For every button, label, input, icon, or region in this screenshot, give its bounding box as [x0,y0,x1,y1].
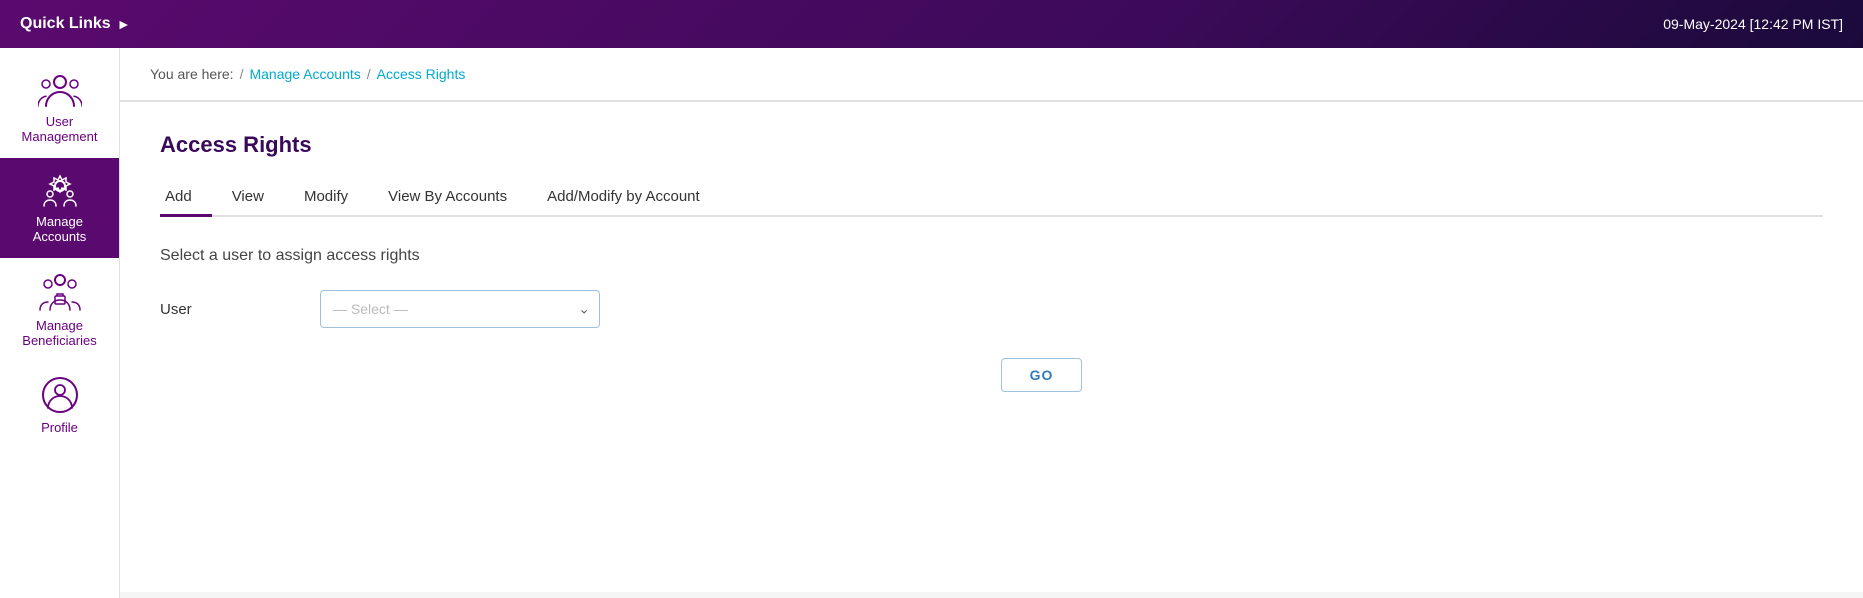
breadcrumb-link-manage-accounts[interactable]: Manage Accounts [249,66,360,82]
tab-modify[interactable]: Modify [284,178,368,215]
sidebar-profile-label: Profile [41,420,78,435]
datetime-display: 09-May-2024 [12:42 PM IST] [1663,16,1843,32]
user-form-row: User — Select — ⌄ [160,290,1823,328]
breadcrumb: You are here: / Manage Accounts / Access… [120,48,1863,102]
sidebar-item-manage-beneficiaries[interactable]: ManageBeneficiaries [0,258,119,362]
main-layout: UserManagement ManageAccounts [0,48,1863,598]
sidebar-item-manage-accounts[interactable]: ManageAccounts [0,158,119,258]
page-title: Access Rights [160,132,1823,158]
form-section: Select a user to assign access rights Us… [160,247,1823,392]
topbar: Quick Links ► 09-May-2024 [12:42 PM IST] [0,0,1863,48]
sidebar-manage-accounts-label: ManageAccounts [33,214,86,244]
tab-add[interactable]: Add [160,178,212,215]
breadcrumb-link-access-rights[interactable]: Access Rights [377,66,466,82]
tab-view-by-accounts[interactable]: View By Accounts [368,178,527,215]
tab-view[interactable]: View [212,178,284,215]
content-area: You are here: / Manage Accounts / Access… [120,48,1863,598]
quick-links-chevron-icon: ► [117,16,131,32]
go-button[interactable]: GO [1001,358,1083,392]
breadcrumb-separator-1: / [240,66,244,82]
tabs-bar: Add View Modify View By Accounts Add/Mod… [160,178,1823,217]
sidebar: UserManagement ManageAccounts [0,48,120,598]
quick-links-button[interactable]: Quick Links ► [20,15,131,33]
breadcrumb-you-are-here: You are here: [150,66,234,82]
user-select[interactable]: — Select — [320,290,600,328]
sidebar-user-management-label: UserManagement [22,114,98,144]
form-section-title: Select a user to assign access rights [160,247,1823,265]
user-label: User [160,301,320,318]
go-button-row: GO [260,358,1823,392]
sidebar-item-user-management[interactable]: UserManagement [0,58,119,158]
page-content: Access Rights Add View Modify View By Ac… [120,102,1863,592]
tab-add-modify-by-account[interactable]: Add/Modify by Account [527,178,720,215]
user-select-wrapper: — Select — ⌄ [320,290,600,328]
sidebar-manage-beneficiaries-label: ManageBeneficiaries [22,318,96,348]
breadcrumb-separator-2: / [367,66,371,82]
quick-links-label: Quick Links [20,15,111,33]
sidebar-item-profile[interactable]: Profile [0,362,119,449]
